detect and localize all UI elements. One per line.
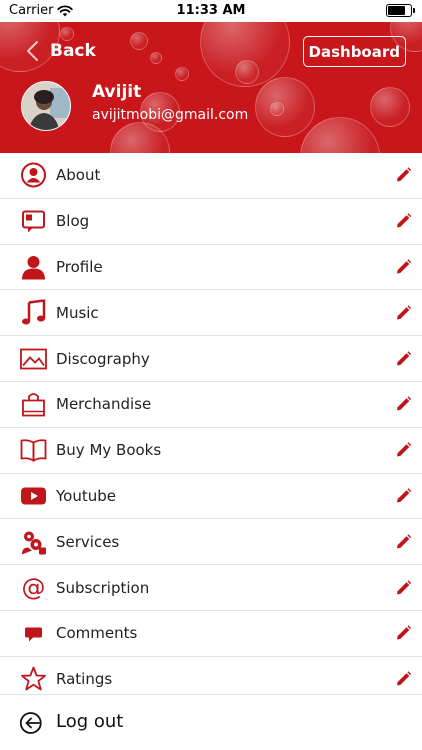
edit-pencil-icon[interactable]	[395, 350, 412, 367]
decorative-bubble	[270, 102, 284, 116]
edit-pencil-icon[interactable]	[395, 396, 412, 413]
menu-item-label: Ratings	[56, 670, 113, 689]
youtube-icon	[20, 482, 47, 509]
menu-item-label: Blog	[56, 212, 90, 231]
star-icon	[20, 666, 47, 693]
edit-pencil-icon[interactable]	[395, 258, 412, 275]
decorative-bubble	[300, 117, 380, 153]
menu-list: About Blog Profile Music Discography Mer…	[0, 153, 422, 703]
comment-icon	[20, 620, 47, 647]
about-person-icon	[20, 162, 47, 189]
menu-item-blog[interactable]: Blog	[0, 199, 422, 245]
logout-icon	[20, 712, 42, 734]
decorative-bubble	[235, 60, 259, 84]
status-bar: Carrier 11:33 AM	[0, 0, 422, 22]
menu-item-label: Youtube	[56, 486, 116, 505]
menu-item-label: Subscription	[56, 578, 150, 597]
profile-header: Back Dashboard Avijit avijitmobi@gmail.c…	[0, 22, 422, 153]
menu-item-youtube[interactable]: Youtube	[0, 474, 422, 520]
menu-item-label: About	[56, 166, 101, 185]
dashboard-button[interactable]: Dashboard	[302, 36, 406, 67]
menu-item-profile[interactable]: Profile	[0, 245, 422, 291]
menu-item-services[interactable]: Services	[0, 519, 422, 566]
user-photo-icon	[22, 82, 70, 130]
menu-item-label: Music	[56, 303, 99, 322]
at-sign-icon: @	[20, 574, 47, 601]
menu-item-merchandise[interactable]: Merchandise	[0, 382, 422, 428]
menu-item-label: Merchandise	[56, 395, 152, 414]
menu-item-label: Services	[56, 532, 120, 551]
battery-icon	[386, 4, 415, 17]
services-gears-icon	[20, 528, 47, 555]
decorative-bubble	[60, 27, 74, 41]
edit-pencil-icon[interactable]	[395, 625, 412, 642]
decorative-bubble	[150, 52, 162, 64]
svg-text:@: @	[22, 574, 46, 601]
edit-pencil-icon[interactable]	[395, 167, 412, 184]
shopping-bag-icon	[20, 391, 47, 418]
user-name: Avijit	[92, 82, 142, 102]
menu-item-music[interactable]: Music	[0, 290, 422, 337]
decorative-bubble	[175, 67, 189, 81]
menu-item-comments[interactable]: Comments	[0, 611, 422, 657]
decorative-bubble	[370, 87, 410, 127]
menu-item-discography[interactable]: Discography	[0, 336, 422, 382]
back-button[interactable]: Back	[24, 40, 96, 62]
chevron-left-icon	[27, 41, 38, 61]
book-icon	[20, 437, 47, 464]
edit-pencil-icon[interactable]	[395, 213, 412, 230]
menu-item-label: Profile	[56, 257, 103, 276]
user-email: avijitmobi@gmail.com	[92, 107, 249, 123]
menu-item-label: Discography	[56, 349, 150, 368]
avatar[interactable]	[21, 81, 71, 131]
blog-icon	[20, 208, 47, 235]
image-icon	[20, 345, 47, 372]
decorative-bubble	[130, 32, 148, 50]
menu-item-buy-my-books[interactable]: Buy My Books	[0, 428, 422, 474]
edit-pencil-icon[interactable]	[395, 304, 412, 321]
edit-pencil-icon[interactable]	[395, 442, 412, 459]
menu-item-label: Buy My Books	[56, 441, 162, 460]
edit-pencil-icon[interactable]	[395, 579, 412, 596]
edit-pencil-icon[interactable]	[395, 487, 412, 504]
status-time: 11:33 AM	[176, 3, 246, 18]
menu-item-label: Comments	[56, 624, 138, 643]
logout-button[interactable]: Log out	[0, 694, 422, 750]
edit-pencil-icon[interactable]	[395, 671, 412, 688]
profile-icon	[20, 253, 47, 280]
logout-label: Log out	[56, 711, 124, 732]
edit-pencil-icon[interactable]	[395, 533, 412, 550]
menu-item-about[interactable]: About	[0, 153, 422, 199]
menu-item-subscription[interactable]: @ Subscription	[0, 565, 422, 611]
decorative-bubble	[255, 77, 315, 137]
music-note-icon	[20, 299, 47, 326]
back-label: Back	[50, 41, 96, 61]
